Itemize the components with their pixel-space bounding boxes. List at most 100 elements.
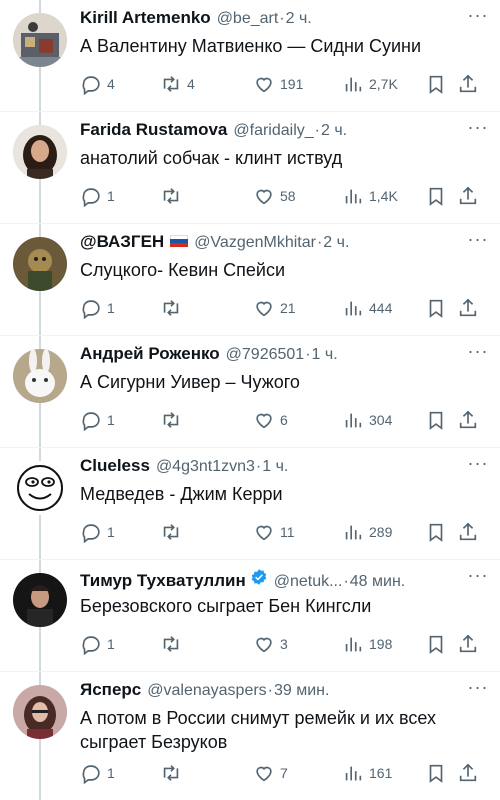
share-button[interactable]	[457, 185, 479, 207]
retweet-button[interactable]	[160, 297, 187, 319]
author-name[interactable]: Farida Rustamova	[80, 120, 227, 140]
author-handle[interactable]: @netuk...	[274, 573, 343, 591]
timestamp[interactable]: 1 ч.	[262, 458, 288, 476]
avatar[interactable]	[13, 573, 67, 627]
retweet-button[interactable]	[160, 762, 187, 784]
bookmark-button[interactable]	[425, 73, 447, 95]
views-button[interactable]: 289	[342, 521, 392, 543]
like-button[interactable]: 3	[253, 633, 288, 655]
separator-dot: ·	[267, 682, 273, 699]
retweet-icon	[163, 76, 179, 92]
bookmark-button[interactable]	[425, 762, 447, 784]
tweet[interactable]: Тимур Тухватуллин @netuk... · 48 мин. Бе…	[0, 560, 500, 672]
author-name[interactable]: Тимур Тухватуллин	[80, 571, 246, 591]
more-options-icon[interactable]: ···	[466, 454, 490, 476]
share-button[interactable]	[457, 633, 479, 655]
share-button[interactable]	[457, 521, 479, 543]
avatar[interactable]	[13, 237, 67, 291]
share-button[interactable]	[457, 762, 479, 784]
timestamp[interactable]: 39 мин.	[274, 682, 329, 700]
views-button[interactable]: 198	[342, 633, 392, 655]
avatar[interactable]	[13, 13, 67, 67]
reply-feed: Kirill Artemenko @be_art · 2 ч. А Валент…	[0, 0, 500, 800]
author-handle[interactable]: @valenayaspers	[147, 682, 266, 700]
share-button[interactable]	[457, 73, 479, 95]
like-button[interactable]: 21	[253, 297, 296, 319]
author-handle[interactable]: @faridaily_	[233, 122, 313, 140]
bookmark-button[interactable]	[425, 297, 447, 319]
like-button[interactable]: 11	[253, 521, 295, 543]
tweet[interactable]: Farida Rustamova @faridaily_ · 2 ч. анат…	[0, 112, 500, 224]
more-options-icon[interactable]: ···	[466, 678, 490, 700]
author-name[interactable]: Андрей Роженко	[80, 344, 220, 364]
more-options-icon[interactable]: ···	[466, 6, 490, 28]
avatar[interactable]	[13, 125, 67, 179]
views-button[interactable]: 304	[342, 409, 392, 431]
timestamp[interactable]: 2 ч.	[321, 122, 347, 140]
retweet-button[interactable]	[160, 409, 187, 431]
retweet-button[interactable]	[160, 521, 187, 543]
author-handle[interactable]: @7926501	[226, 346, 305, 364]
reply-button[interactable]: 4	[80, 73, 115, 95]
bookmark-button[interactable]	[425, 521, 447, 543]
reply-button[interactable]: 1	[80, 297, 115, 319]
like-button[interactable]: 7	[253, 762, 288, 784]
retweet-button[interactable]	[160, 633, 187, 655]
author-name[interactable]: Clueless	[80, 456, 150, 476]
like-count: 6	[280, 412, 288, 428]
views-button[interactable]: 444	[342, 297, 392, 319]
avatar[interactable]	[13, 461, 67, 515]
view-count: 1,4K	[369, 188, 398, 204]
reply-button[interactable]: 1	[80, 633, 115, 655]
view-count: 289	[369, 524, 393, 540]
timestamp[interactable]: 1 ч.	[312, 346, 338, 364]
more-options-icon[interactable]: ···	[466, 566, 490, 588]
heart-icon	[256, 525, 272, 541]
tweet[interactable]: Kirill Artemenko @be_art · 2 ч. А Валент…	[0, 0, 500, 112]
retweet-button[interactable]: 4	[160, 73, 195, 95]
share-button[interactable]	[457, 409, 479, 431]
bookmark-button[interactable]	[425, 633, 447, 655]
author-name[interactable]: @ВАЗГЕН	[80, 232, 164, 252]
retweet-button[interactable]	[160, 185, 187, 207]
share-button[interactable]	[457, 297, 479, 319]
author-name[interactable]: Ясперс	[80, 680, 141, 700]
reply-button[interactable]: 1	[80, 409, 115, 431]
retweet-icon	[163, 636, 179, 652]
reply-button[interactable]: 1	[80, 762, 115, 784]
reply-icon	[82, 636, 100, 655]
tweet[interactable]: @ВАЗГЕН @VazgenMkhitar · 2 ч. Слуцкого- …	[0, 224, 500, 336]
bookmark-button[interactable]	[425, 185, 447, 207]
share-icon	[459, 186, 477, 205]
reply-count: 1	[107, 524, 115, 540]
reply-icon	[82, 300, 100, 319]
tweet[interactable]: Андрей Роженко @7926501 · 1 ч. А Сигурни…	[0, 336, 500, 448]
action-bar: 1 58 1,4K	[80, 185, 490, 207]
timestamp[interactable]: 48 мин.	[350, 573, 405, 591]
reply-button[interactable]: 1	[80, 185, 115, 207]
timestamp[interactable]: 2 ч.	[286, 10, 312, 28]
more-options-icon[interactable]: ···	[466, 118, 490, 140]
like-button[interactable]: 191	[253, 73, 303, 95]
timestamp[interactable]: 2 ч.	[323, 234, 349, 252]
tweet-text: Березовского сыграет Бен Кингсли	[80, 596, 372, 616]
reply-button[interactable]: 1	[80, 521, 115, 543]
views-icon	[345, 301, 362, 316]
like-button[interactable]: 58	[253, 185, 296, 207]
author-handle[interactable]: @be_art	[217, 10, 279, 28]
bookmark-button[interactable]	[425, 409, 447, 431]
avatar[interactable]	[13, 349, 67, 403]
views-button[interactable]: 2,7K	[342, 73, 398, 95]
more-options-icon[interactable]: ···	[466, 230, 490, 252]
views-button[interactable]: 1,4K	[342, 185, 398, 207]
author-handle[interactable]: @4g3nt1zvn3	[156, 458, 255, 476]
tweet[interactable]: Clueless @4g3nt1zvn3 · 1 ч. Медведев - Д…	[0, 448, 500, 560]
more-options-icon[interactable]: ···	[466, 342, 490, 364]
like-button[interactable]: 6	[253, 409, 288, 431]
tweet[interactable]: Ясперс @valenayaspers · 39 мин. А потом …	[0, 672, 500, 800]
view-count: 198	[369, 636, 393, 652]
author-handle[interactable]: @VazgenMkhitar	[194, 234, 316, 252]
author-name[interactable]: Kirill Artemenko	[80, 8, 211, 28]
avatar[interactable]	[13, 685, 67, 739]
views-button[interactable]: 161	[342, 762, 392, 784]
